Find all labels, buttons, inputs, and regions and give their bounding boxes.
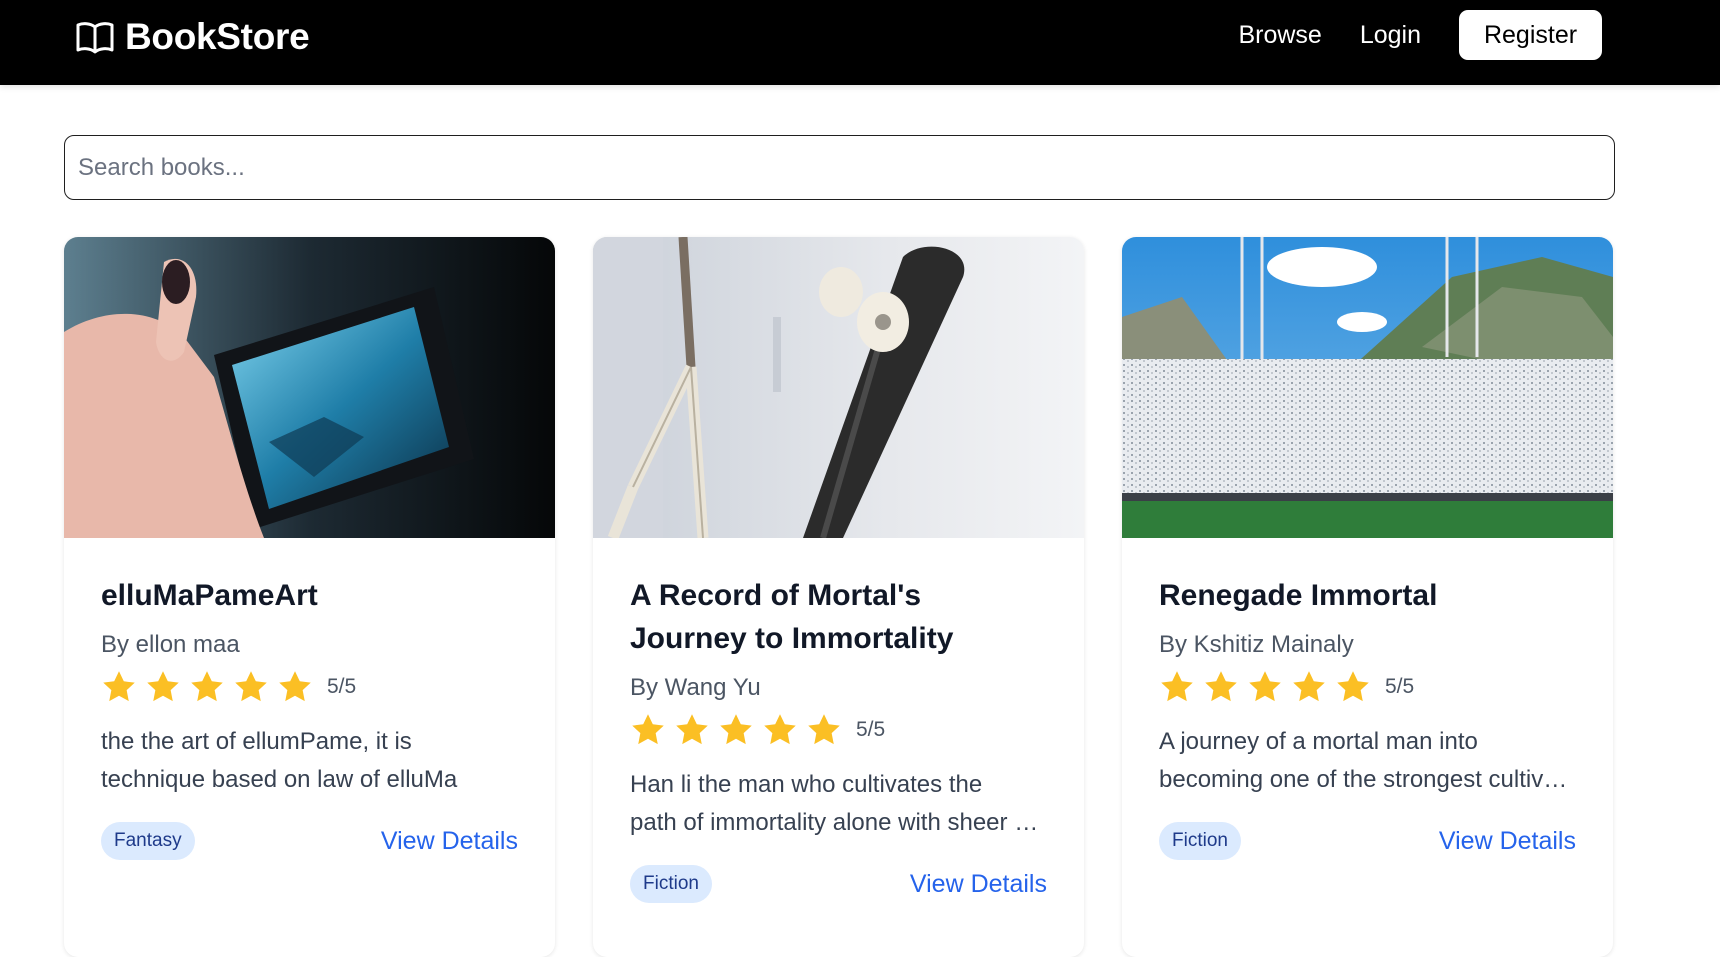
star-icon	[147, 671, 179, 702]
rating-value: 5/5	[856, 718, 886, 741]
brand-name: BookStore	[125, 16, 310, 57]
brand-logo[interactable]: BookStore	[75, 16, 310, 58]
star-icon	[191, 671, 223, 702]
view-details-link[interactable]: View Details	[381, 827, 518, 856]
book-card: elluMaPameArt By ellon maa 5/5 the the a…	[64, 237, 555, 957]
card-footer: Fantasy View Details	[101, 822, 518, 860]
book-cover-image	[1122, 237, 1613, 538]
genre-badge: Fantasy	[101, 822, 195, 860]
star-icon	[808, 714, 840, 745]
book-card: A Record of Mortal's Journey to Immortal…	[593, 237, 1084, 957]
search-input[interactable]	[64, 135, 1615, 200]
book-title[interactable]: A Record of Mortal's Journey to Immortal…	[630, 574, 1047, 660]
star-icon	[235, 671, 267, 702]
star-icon	[1205, 671, 1237, 702]
nav-links: Browse Login Register	[1238, 10, 1602, 60]
book-description: A journey of a mortal man into becoming …	[1159, 728, 1576, 793]
book-cover-image	[593, 237, 1084, 538]
book-rating: 5/5	[101, 669, 518, 705]
phone-city-photo-icon	[64, 237, 555, 538]
star-icon	[279, 671, 311, 702]
rating-value: 5/5	[327, 675, 357, 698]
star-icon	[1293, 671, 1325, 702]
book-title[interactable]: Renegade Immortal	[1159, 574, 1576, 617]
book-cover-image	[64, 237, 555, 538]
top-navbar: BookStore Browse Login Register	[0, 0, 1720, 85]
star-icon	[676, 714, 708, 745]
star-icon	[1337, 671, 1369, 702]
book-title[interactable]: elluMaPameArt	[101, 574, 518, 617]
book-rating: 5/5	[630, 712, 1047, 748]
rating-value: 5/5	[1385, 675, 1415, 698]
card-footer: Fiction View Details	[630, 865, 1047, 903]
star-icon	[1249, 671, 1281, 702]
star-icon	[632, 714, 664, 745]
star-icon	[720, 714, 752, 745]
book-author: By ellon maa	[101, 631, 240, 658]
book-card: Renegade Immortal By Kshitiz Mainaly 5/5…	[1122, 237, 1613, 957]
book-author: By Wang Yu	[630, 674, 761, 701]
book-description: Han li the man who cultivates the path o…	[630, 771, 1047, 836]
genre-badge: Fiction	[630, 865, 712, 903]
star-icon	[1161, 671, 1193, 702]
stadium-photo-icon	[1122, 237, 1613, 538]
view-details-link[interactable]: View Details	[910, 870, 1047, 899]
nav-login-link[interactable]: Login	[1360, 21, 1421, 50]
star-icon	[764, 714, 796, 745]
skateboard-wall-photo-icon	[593, 237, 1084, 538]
book-rating: 5/5	[1159, 669, 1576, 705]
genre-badge: Fiction	[1159, 822, 1241, 860]
nav-browse-link[interactable]: Browse	[1238, 21, 1321, 50]
card-footer: Fiction View Details	[1159, 822, 1576, 860]
search-bar	[64, 135, 1615, 200]
book-icon	[76, 22, 114, 54]
register-button[interactable]: Register	[1459, 10, 1602, 60]
view-details-link[interactable]: View Details	[1439, 827, 1576, 856]
star-icon	[103, 671, 135, 702]
book-description: the the art of ellumPame, it is techniqu…	[101, 728, 458, 793]
book-author: By Kshitiz Mainaly	[1159, 631, 1354, 658]
